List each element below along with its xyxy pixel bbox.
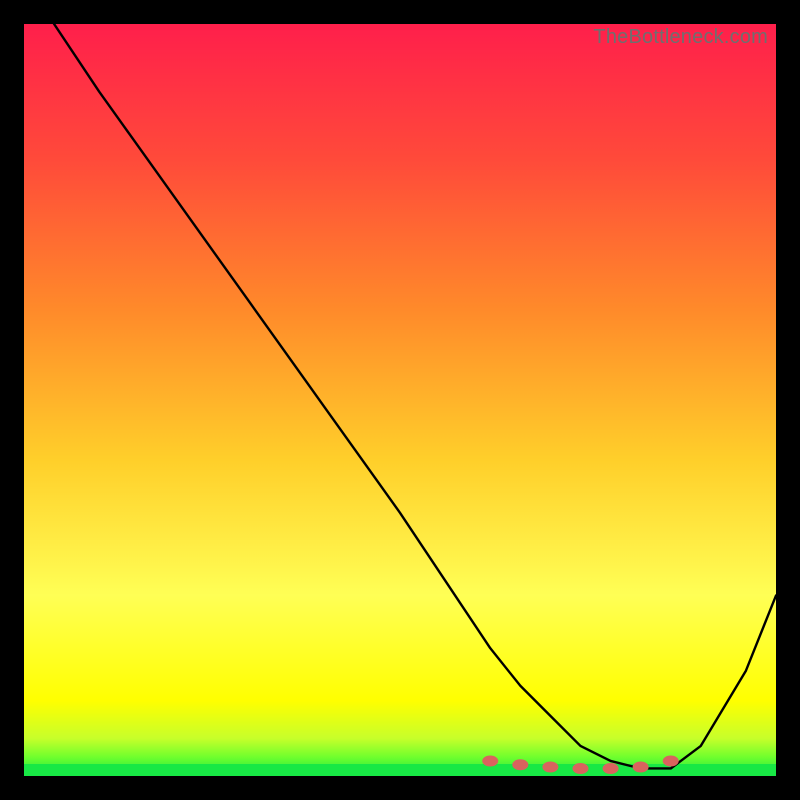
gradient-background bbox=[24, 24, 776, 776]
curve-marker bbox=[512, 759, 528, 770]
chart-plot bbox=[24, 24, 776, 776]
curve-marker bbox=[482, 755, 498, 766]
chart-frame: TheBottleneck.com bbox=[24, 24, 776, 776]
watermark-text: TheBottleneck.com bbox=[593, 26, 768, 49]
curve-marker bbox=[633, 761, 649, 772]
curve-marker bbox=[572, 763, 588, 774]
optimal-band bbox=[24, 764, 776, 776]
curve-marker bbox=[603, 763, 619, 774]
curve-marker bbox=[663, 755, 679, 766]
curve-marker bbox=[542, 761, 558, 772]
